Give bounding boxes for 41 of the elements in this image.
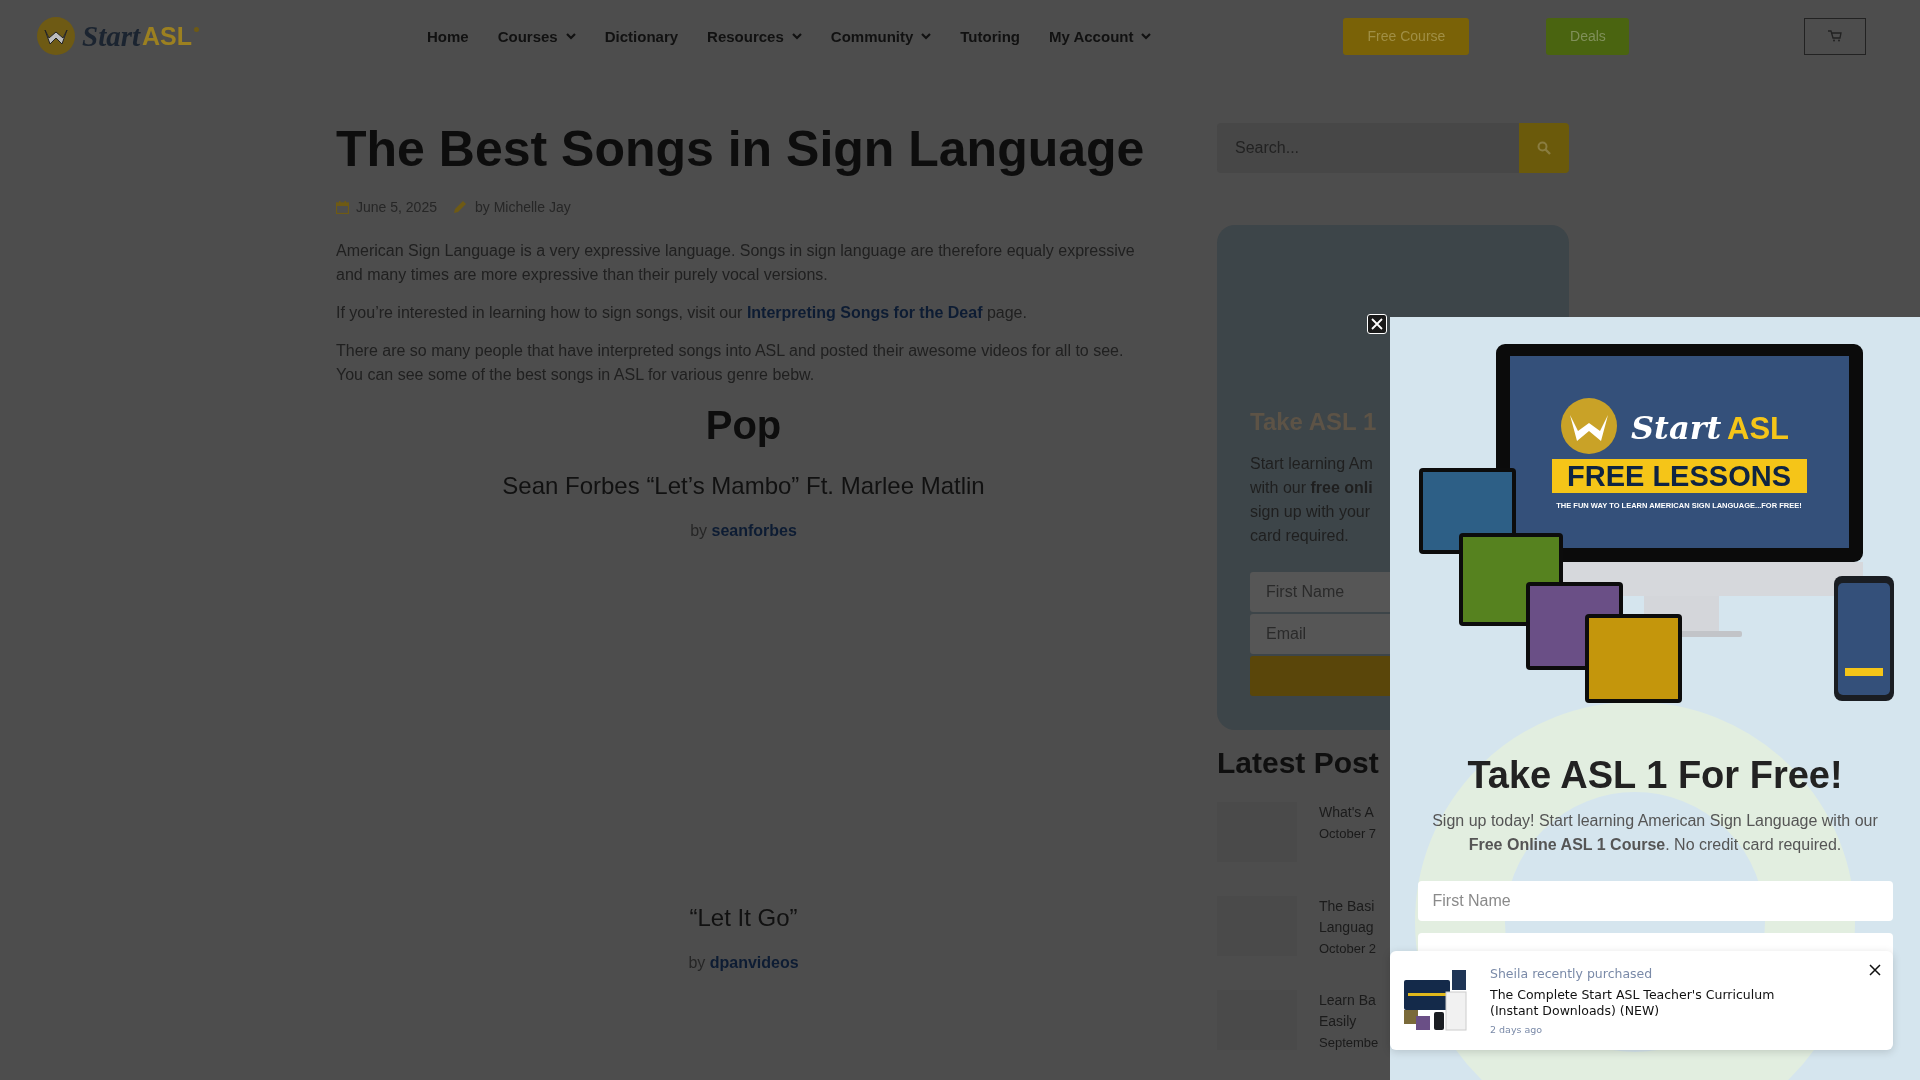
popup-headline: Take ASL 1 For Free! (1467, 754, 1843, 797)
logo-emblem-icon (36, 16, 76, 56)
header-button[interactable]: Deals (1546, 17, 1630, 55)
nav-link[interactable]: Home (427, 27, 469, 45)
cart-icon (1828, 30, 1843, 42)
channel-link[interactable]: dpanvideos (709, 954, 799, 971)
brand-wordmark-accent: ASL (1727, 411, 1789, 446)
widget-heading: Latest Post (1217, 746, 1379, 780)
nav-link[interactable]: Tutoring (960, 27, 1020, 45)
song-title: “Let It Go” (689, 904, 798, 932)
brand-wordmark: Start (1631, 409, 1722, 447)
chevron-down-icon (1141, 32, 1152, 40)
nav-link[interactable]: My Account (1049, 27, 1152, 45)
logo-wordmark-accent[interactable]: ASL (142, 21, 193, 51)
channel-link[interactable]: seanforbes (711, 522, 797, 539)
chevron-down-icon (565, 32, 576, 40)
logo-dot-icon (194, 27, 200, 32)
input-field[interactable]: First Name (1417, 881, 1893, 921)
chevron-down-icon (791, 32, 802, 40)
song-title: Sean Forbes “Let’s Mambo” Ft. Marlee Matlin (502, 472, 985, 500)
nav-link[interactable]: Resources (707, 27, 802, 45)
banner: FREE LESSONS (1552, 459, 1807, 493)
close-icon (1371, 318, 1383, 330)
pencil-icon (451, 199, 468, 215)
header-button[interactable]: Free Course (1343, 17, 1470, 55)
nav-link[interactable]: Community (830, 27, 932, 45)
nav-link[interactable]: Courses (497, 27, 576, 45)
time-ago: 2 days ago (1490, 1024, 1544, 1035)
popup-description: Sign up today! Start learning American Sign Language with our Free Online ASL 1 Course. No credit card required. (1431, 811, 1879, 855)
calendar-icon (336, 200, 349, 214)
nav-link[interactable]: Dictionary (604, 27, 679, 45)
article-title: The Best Songs in Sign Language (336, 122, 1146, 177)
product-title[interactable]: The Complete Start ASL Teacher's Curriculum (Instant Downloads) (NEW) (1490, 987, 1820, 1019)
inline-link[interactable]: Interpreting Songs for the Deaf (746, 304, 983, 321)
chevron-down-icon (921, 32, 932, 40)
section-heading: Pop (704, 403, 783, 448)
search-icon (1537, 141, 1551, 155)
close-button[interactable] (1869, 964, 1881, 976)
close-icon (1869, 964, 1881, 976)
product-bundle-drawing (1402, 967, 1468, 1034)
buyer-text: Sheila recently purchased (1490, 966, 1654, 981)
